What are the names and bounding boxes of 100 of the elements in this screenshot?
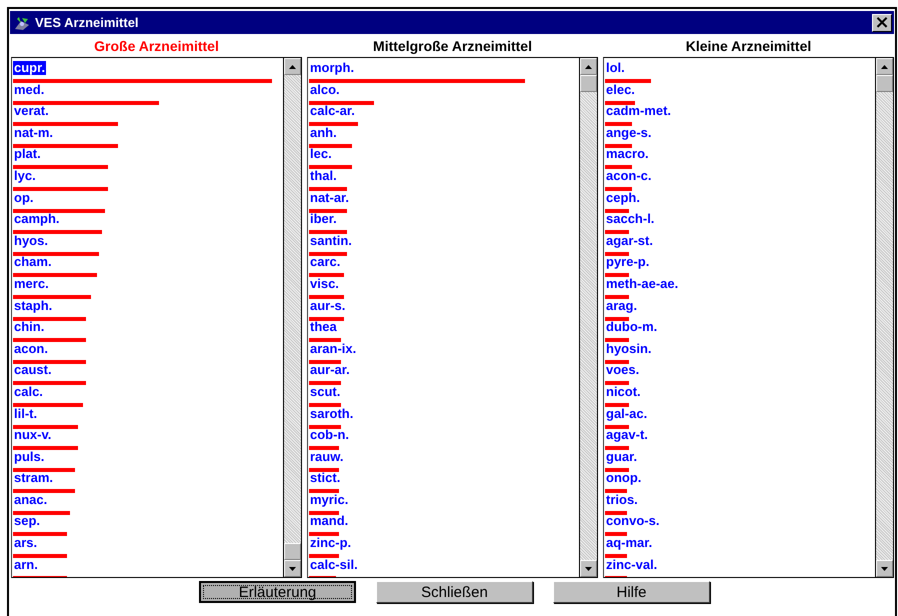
remedy-item[interactable]: anac.	[13, 492, 48, 507]
remedy-item[interactable]: convo-s.	[605, 514, 660, 528]
rank-bar	[605, 208, 630, 213]
remedy-item[interactable]: saroth.	[309, 406, 354, 420]
scrollbar[interactable]	[875, 58, 893, 577]
remedy-item[interactable]: ange-s.	[605, 126, 653, 140]
remedy-item[interactable]: trios.	[605, 492, 639, 507]
remedy-item[interactable]: hyosin.	[605, 342, 653, 356]
remedy-item[interactable]: meth-ae-ae.	[605, 276, 680, 291]
remedy-item[interactable]: merc.	[13, 276, 50, 291]
remedy-item[interactable]: agar-st.	[605, 234, 654, 248]
remedy-item[interactable]: med.	[13, 82, 46, 97]
rank-bar	[13, 446, 78, 450]
remedy-item[interactable]: stict.	[309, 471, 342, 486]
remedy-item[interactable]: anh.	[309, 126, 338, 140]
remedy-item[interactable]: acon-c.	[605, 168, 653, 183]
scroll-up-button[interactable]	[580, 58, 597, 75]
scroll-down-button[interactable]	[876, 560, 893, 577]
remedy-item[interactable]: zinc-p.	[309, 536, 352, 550]
remedy-item[interactable]: nicot.	[605, 384, 642, 399]
remedy-item[interactable]: lil-t.	[13, 406, 38, 420]
remedy-item[interactable]: ceph.	[605, 190, 641, 205]
scroll-down-button[interactable]	[284, 560, 301, 577]
remedy-item[interactable]: cham.	[13, 255, 53, 270]
remedy-item[interactable]: thal.	[309, 168, 338, 183]
remedy-item[interactable]: gal-ac.	[605, 406, 648, 420]
remedy-item[interactable]: calc-ar.	[309, 104, 356, 118]
scroll-up-button[interactable]	[876, 58, 893, 75]
scroll-thumb[interactable]	[284, 543, 301, 560]
scroll-down-button[interactable]	[580, 560, 597, 577]
remedy-item[interactable]: elec.	[605, 82, 636, 97]
remedy-item[interactable]: plat.	[13, 147, 42, 162]
remedy-item[interactable]: lyc.	[13, 168, 37, 183]
remedy-item[interactable]: dubo-m.	[605, 320, 658, 334]
remedy-item[interactable]: op.	[13, 190, 34, 205]
remedy-item[interactable]: pyre-p.	[605, 255, 650, 270]
remedy-item[interactable]: calc-sil.	[309, 558, 359, 572]
remedy-item[interactable]: thea	[309, 320, 338, 334]
remedy-item[interactable]: nat-ar.	[309, 190, 350, 205]
remedy-item[interactable]: arag.	[605, 298, 638, 313]
remedy-item[interactable]: stram.	[13, 471, 54, 486]
scrollbar[interactable]	[579, 58, 597, 577]
close-button[interactable]: ×	[872, 14, 892, 32]
remedy-item[interactable]: lec.	[309, 147, 333, 162]
rank-bar	[13, 468, 76, 472]
dialog-button[interactable]: Schließen	[376, 581, 533, 603]
remedy-item[interactable]: verat.	[13, 104, 50, 118]
remedy-item[interactable]: aur-s.	[309, 298, 346, 313]
remedy-item[interactable]: scut.	[309, 384, 342, 399]
remedy-item[interactable]: nat-m.	[13, 126, 54, 140]
remedy-item[interactable]: cob-n.	[309, 428, 350, 442]
dialog-button[interactable]: Hilfe	[553, 581, 710, 603]
scroll-thumb[interactable]	[876, 75, 893, 92]
remedy-item[interactable]: alco.	[309, 82, 341, 97]
remedy-item[interactable]: rauw.	[309, 450, 344, 464]
dialog-button[interactable]: Erläuterung	[199, 581, 356, 603]
remedy-item[interactable]: chin.	[13, 320, 46, 334]
remedy-item[interactable]: zinc-val.	[605, 558, 658, 572]
scroll-thumb[interactable]	[580, 75, 597, 92]
remedy-item[interactable]: puls.	[13, 450, 46, 464]
remedy-item[interactable]: macro.	[605, 147, 650, 162]
remedy-item[interactable]: aq-mar.	[605, 536, 654, 550]
remedy-item[interactable]: cadm-met.	[605, 104, 672, 118]
remedy-item[interactable]: caust.	[13, 363, 53, 378]
remedy-item[interactable]: mand.	[309, 514, 350, 528]
remedy-item[interactable]: sacch-l.	[605, 212, 656, 226]
remedy-item[interactable]: aur-ar.	[309, 363, 351, 378]
remedy-item[interactable]: santin.	[309, 234, 353, 248]
remedy-item[interactable]: staph.	[13, 298, 54, 313]
rank-bar	[13, 510, 70, 515]
remedy-item[interactable]: iber.	[309, 212, 338, 226]
rank-bar	[605, 489, 627, 494]
rank-bar	[605, 360, 630, 364]
scrollbar[interactable]	[283, 58, 301, 577]
rank-bar	[13, 489, 76, 494]
remedy-item[interactable]: carc.	[309, 255, 342, 270]
remedy-item[interactable]: aran-ix.	[309, 342, 358, 356]
rank-bar	[605, 510, 627, 515]
remedy-item[interactable]: cupr.	[13, 61, 46, 75]
rank-bar	[605, 316, 630, 321]
remedy-item[interactable]: lol.	[605, 61, 626, 75]
remedy-item[interactable]: voes.	[605, 363, 640, 378]
rank-bar	[309, 468, 339, 472]
remedy-item[interactable]: onop.	[605, 471, 642, 486]
remedy-item[interactable]: myric.	[309, 492, 350, 507]
remedy-item[interactable]: sep.	[13, 514, 42, 528]
remedy-item[interactable]: morph.	[309, 61, 356, 75]
remedy-item[interactable]: visc.	[309, 276, 340, 291]
remedy-item[interactable]: acon.	[13, 342, 49, 356]
rank-bar	[309, 186, 347, 191]
remedy-item[interactable]: ars.	[13, 536, 38, 550]
remedy-item[interactable]: calc.	[13, 384, 44, 399]
remedy-item[interactable]: guar.	[605, 450, 638, 464]
remedy-item[interactable]: hyos.	[13, 234, 49, 248]
rank-bar	[605, 273, 630, 278]
remedy-item[interactable]: agav-t.	[605, 428, 649, 442]
remedy-item[interactable]: camph.	[13, 212, 61, 226]
remedy-item[interactable]: nux-v.	[13, 428, 52, 442]
remedy-item[interactable]: arn.	[13, 558, 39, 572]
scroll-up-button[interactable]	[284, 58, 301, 75]
